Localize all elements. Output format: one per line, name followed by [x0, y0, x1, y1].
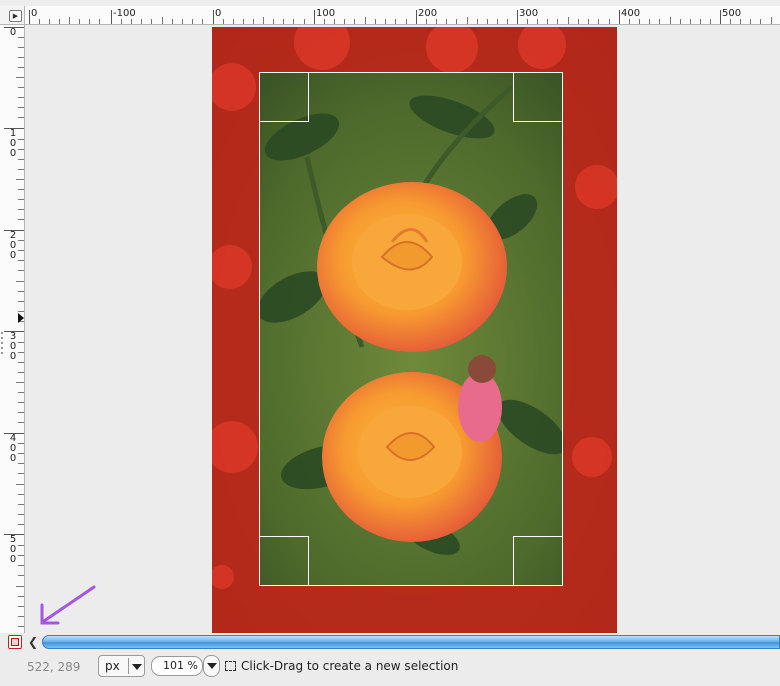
selection-handle-bottom-right[interactable] — [513, 536, 563, 586]
quick-mask-toggle-button[interactable] — [8, 635, 22, 649]
status-hint: Click-Drag to create a new selection — [241, 659, 459, 673]
selection-handle-top-right[interactable] — [513, 72, 563, 122]
zoom-input[interactable]: 101 % — [151, 656, 203, 676]
unit-value: px — [105, 659, 120, 673]
ruler-label: 0 — [9, 27, 17, 38]
unit-select[interactable]: px — [98, 655, 145, 677]
selection-handle-top-left[interactable] — [259, 72, 309, 122]
navigate-triangle-icon: ▶ — [12, 12, 19, 20]
sidebar-collapse-marker[interactable] — [18, 313, 24, 323]
ruler-label: 200 — [9, 230, 17, 261]
ruler-label: 300 — [9, 331, 17, 362]
navigate-button[interactable]: ▶ — [9, 10, 22, 22]
rect-select-icon — [225, 661, 236, 671]
horizontal-ruler[interactable]: 0 -100 0 100 200 300 400 500 — [25, 6, 780, 25]
vertical-ruler[interactable]: 0 100 200 300 400 500 — [0, 25, 25, 633]
rect-selection[interactable] — [259, 72, 563, 586]
scroll-left-button[interactable]: ❮ — [26, 634, 40, 650]
image-layer[interactable] — [212, 27, 617, 633]
horizontal-scrollbar[interactable] — [42, 635, 780, 649]
chevron-down-icon — [132, 664, 142, 670]
image-canvas[interactable] — [25, 25, 780, 633]
ruler-minor-ticks — [39, 17, 772, 24]
unit-separator — [128, 658, 129, 674]
chevron-left-icon: ❮ — [27, 635, 39, 649]
pointer-coordinates: 522, 289 — [27, 660, 81, 674]
zoom-value: 101 % — [163, 659, 198, 672]
quick-mask-toggle-icon — [11, 638, 19, 646]
ruler-label: 400 — [9, 433, 17, 464]
annotation-arrow — [40, 585, 96, 625]
status-bar: 522, 289 px 101 % Click-Drag to create a… — [0, 652, 780, 686]
chevron-down-icon — [207, 663, 217, 669]
ruler-corner: ▶ — [0, 6, 25, 25]
ruler-label: 500 — [9, 534, 17, 565]
pane-resize-grip[interactable] — [0, 330, 6, 356]
zoom-dropdown-button[interactable] — [203, 655, 220, 677]
selection-handle-bottom-left[interactable] — [259, 536, 309, 586]
ruler-label: 100 — [9, 128, 17, 159]
